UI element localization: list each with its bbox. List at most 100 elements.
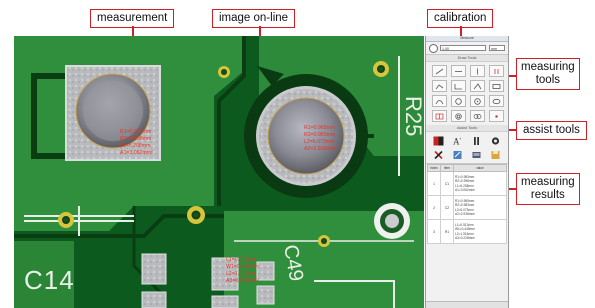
measurement-1-line2: R2=0.998mm [120,136,151,142]
save-icon [491,150,500,159]
edit-button[interactable] [451,149,464,160]
delete-button[interactable] [432,149,445,160]
measurement-circle-1[interactable]: R1=0.983mm R2=0.998mm L1=6.208mm A1=3.06… [120,129,153,156]
ellipse-tool-button[interactable] [489,95,504,107]
measurement-circle-2[interactable]: R1=0.965mm R2=0.983mm L2=6.073mm A2=2.93… [304,125,337,152]
results-row[interactable]: 1 C1 R1=0.983mm R2=0.998mm L1=6.208mm A1… [427,171,507,196]
grid-tool-button[interactable] [432,110,447,122]
results-cell-index: 1 [427,171,441,196]
vertical-line-tool-button[interactable] [470,65,485,77]
measurement-1-line4: A1=3.062mm² [120,150,153,156]
results-value: A3=0.228mm² [455,235,476,240]
line-icon [435,68,444,74]
results-value: A2=2.935mm² [455,211,476,216]
text-icon: A + [453,136,462,146]
circle-icon [455,97,462,105]
three-point-angle-icon [473,82,482,89]
parallel-lines-icon [494,68,499,74]
arc-icon [435,99,444,104]
text-button[interactable]: A + [451,135,464,146]
results-value: A1=3.062mm² [455,187,476,192]
measurement-2-line1: R1=0.965mm [304,125,335,131]
results-header-row: index item value [427,164,507,172]
callout-measuring-results-line1: measuring [521,176,575,188]
unit-select[interactable]: mm [489,45,505,51]
parallel-tool-button[interactable] [489,65,504,77]
settings-icon [491,136,500,145]
pause-icon [474,136,479,145]
angle-tool-button[interactable] [451,80,466,92]
callout-measuring-results: measuring results [516,173,580,205]
delete-icon [434,150,443,159]
measuring-tools-grid [426,62,508,125]
results-row[interactable]: 3 R1 L1=0.513mm W1=0.445mm L2=1.916mm A3… [427,219,507,244]
ellipse-icon [492,98,501,104]
center-circle-tool-button[interactable] [470,95,485,107]
polyline-icon [435,83,444,89]
measurement-2-line2: R2=0.983mm [304,132,335,138]
pcb-label-r25: R25 [401,96,424,136]
settings-button[interactable] [489,135,502,146]
pcb-image: C14 R25 C49 R1=0.983mm R2=0.998mm L1=6.2… [14,36,424,308]
results-row[interactable]: 2 C2 R1=0.965mm R2=0.983mm L2=6.073mm A2… [427,195,507,220]
color-picker-icon [433,136,444,145]
results-cell-item: C1 [440,171,454,196]
vertical-line-icon [477,68,478,74]
results-cell-values: R1=0.983mm R2=0.998mm L1=6.208mm A1=3.06… [453,171,507,196]
export-button[interactable] [470,149,483,160]
double-circle-tool-button[interactable] [470,110,485,122]
point-icon [495,114,498,118]
measure-panel: Measure 1.00 mm Draw Tools Assist Tools … [425,36,509,308]
circle-tool-button[interactable] [451,95,466,107]
line-tool-button[interactable] [432,65,447,77]
angle-icon [454,83,462,89]
assist-tools-grid: A + [426,132,508,164]
results-header-index[interactable]: index [427,164,441,172]
assist-tools-header: Assist Tools [426,125,508,132]
pcb-label-c14: C14 [24,265,75,295]
rectangle-icon [492,83,501,89]
measurement-2-line4: A2=2.935mm² [304,146,337,152]
results-cell-values: L1=0.513mm W1=0.445mm L2=1.916mm A3=0.22… [453,219,507,244]
callout-measuring-tools: measuring tools [516,58,580,90]
results-cell-index: 3 [427,219,441,244]
callout-measuring-tools-line1: measuring [521,61,575,73]
concentric-circles-tool-button[interactable] [451,110,466,122]
panel-status-bar [426,301,508,308]
polyline-tool-button[interactable] [432,80,447,92]
horizontal-line-icon [455,70,462,72]
measurement-1-line1: R1=0.983mm [120,129,151,135]
results-cell-item: C2 [440,195,454,220]
pause-button[interactable] [470,135,483,146]
measurement-rect[interactable]: L1=0.513mm W1=0.445mm L2=1.916mm A3=0.22… [226,257,259,284]
measurement-3-line1: L1=0.513mm [226,257,256,263]
results-cell-values: R1=0.965mm R2=0.983mm L2=6.073mm A2=2.93… [453,195,507,220]
horizontal-line-tool-button[interactable] [451,65,466,77]
results-cell-index: 2 [427,195,441,220]
grid-icon [435,113,444,119]
save-button[interactable] [489,149,502,160]
measurement-2-line3: L2=6.073mm [304,139,334,145]
point-tool-button[interactable] [489,110,504,122]
rectangle-tool-button[interactable] [489,80,504,92]
measurement-3-line4: A3=0.228mm² [226,278,259,284]
results-table: index item value 1 C1 R1=0.983mm R2=0.99… [427,164,507,244]
microscope-image-view[interactable]: C14 R25 C49 R1=0.983mm R2=0.998mm L1=6.2… [14,36,424,308]
calibration-row: 1.00 mm [426,42,508,55]
three-point-angle-tool-button[interactable] [470,80,485,92]
double-circle-icon [473,113,482,119]
results-header-value[interactable]: value [453,164,507,172]
svg-text:+: + [459,136,462,141]
callout-image-online: image on-line [212,9,296,28]
callout-measuring-tools-line2: tools [535,74,560,86]
edit-icon [453,150,462,159]
calibration-icon[interactable] [429,44,438,53]
center-circle-icon [474,97,481,105]
measurement-3-line3: L2=1.916mm [226,271,256,277]
calibration-select[interactable]: 1.00 [440,45,486,51]
results-header-item[interactable]: item [440,164,454,172]
concentric-circles-icon [455,112,462,120]
arc-tool-button[interactable] [432,95,447,107]
measurement-3-line2: W1=0.445mm [226,264,258,270]
color-picker-button[interactable] [432,135,445,146]
